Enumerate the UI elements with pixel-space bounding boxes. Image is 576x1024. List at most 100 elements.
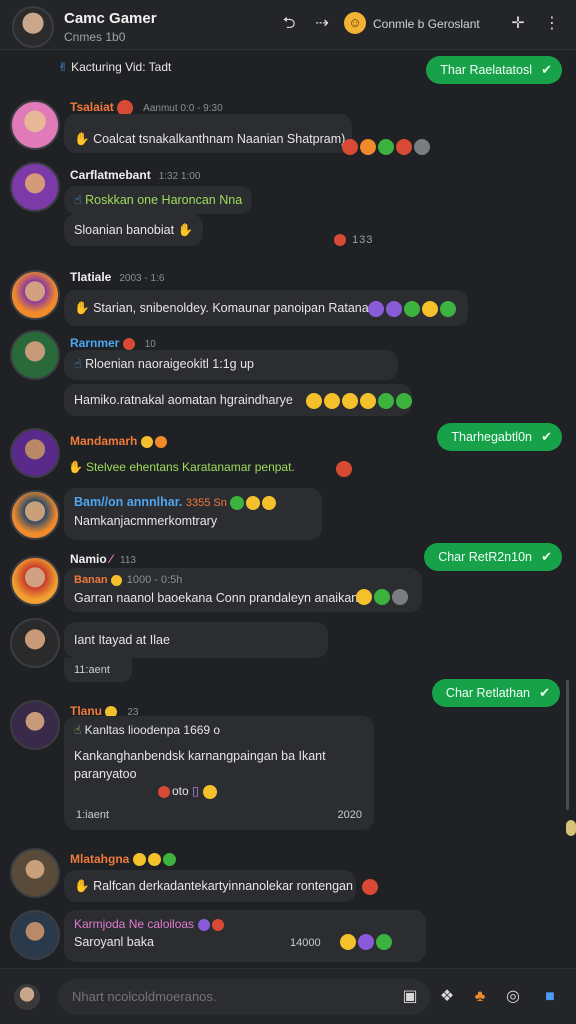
reaction-bar[interactable]: [336, 460, 354, 477]
username-text: Carflatmebant: [70, 168, 151, 182]
emoji-icon: [202, 784, 217, 799]
reaction-bar[interactable]: [368, 300, 458, 317]
reaction-icon: [374, 588, 390, 605]
reaction-bar[interactable]: [306, 392, 414, 409]
reaction-bar[interactable]: [342, 138, 432, 155]
username[interactable]: Karmjoda Ne caloiloas: [74, 915, 416, 933]
message-bubble[interactable]: Karmjoda Ne caloiloas Saroyanl baka 1400…: [64, 910, 426, 962]
avatar[interactable]: [10, 556, 60, 606]
reaction-icon: [324, 392, 340, 409]
emoji-badge-icon[interactable]: ☺: [344, 12, 366, 34]
reaction-bar[interactable]: [356, 588, 410, 605]
reaction-icon: [340, 933, 356, 950]
reply-text: Kanltas lioodenpa 1669 o: [84, 723, 221, 737]
badge-icon: [122, 337, 135, 350]
my-message-bubble[interactable]: Thar Raelatatosl ✔: [426, 56, 562, 84]
reaction-count-text: 133: [352, 234, 374, 246]
avatar[interactable]: [10, 428, 60, 478]
scrollbar[interactable]: [566, 680, 569, 810]
message-meta: 113: [120, 555, 136, 566]
username[interactable]: Carflatmebant 1:32 1:00: [70, 168, 200, 182]
username[interactable]: Mlatahgna: [70, 852, 178, 867]
reaction-icon: [376, 933, 392, 950]
message-bubble[interactable]: ✋ Ralfcan derkadantekartyinnanolekar ron…: [64, 870, 356, 902]
username-text: Karmjoda Ne caloiloas: [74, 917, 195, 931]
badge-icon: [154, 435, 167, 448]
twitch-icon[interactable]: ■: [540, 987, 560, 1007]
message-text: Sloanian banobiat: [74, 223, 175, 237]
scroll-handle[interactable]: [566, 820, 576, 836]
hand-icon: ☝: [74, 357, 82, 371]
reaction-icon: [368, 300, 384, 317]
reaction-icon: [414, 138, 430, 155]
avatar[interactable]: [10, 270, 60, 320]
message-text: Iant Itayad at Ilae: [74, 633, 170, 647]
reaction-count[interactable]: 133: [334, 234, 374, 247]
message-bubble[interactable]: Sloanian banobiat ✋: [64, 214, 204, 246]
my-message-text: Thar Raelatatosl: [440, 63, 532, 77]
my-message-bubble[interactable]: Char RetR2n10n ✔: [424, 543, 562, 571]
gamepad-icon[interactable]: ✛: [508, 14, 528, 34]
my-avatar[interactable]: [14, 984, 40, 1010]
reply-text: Kacturing Vid: Tadt: [71, 60, 172, 74]
timestamp: 1:iaent: [76, 809, 110, 821]
badge-icon: [197, 918, 210, 931]
channel-avatar[interactable]: [12, 6, 54, 48]
username-text: Rarnmer: [70, 336, 120, 350]
camera-icon[interactable]: ▣: [400, 987, 420, 1007]
game-icon[interactable]: ❖: [437, 987, 457, 1007]
reply-line[interactable]: ✋ Stelvee ehentans Karatanamar penpat.: [68, 460, 295, 474]
reply-line[interactable]: ✌ Kacturing Vid: Tadt: [58, 60, 171, 74]
username[interactable]: Bam//on annnlhar. 3355 Sn: [74, 493, 312, 512]
record-icon[interactable]: ◎: [503, 987, 523, 1007]
message-text: Namkanjacmmerkomtrary: [74, 514, 218, 528]
username-text: Bam//on annnlhar.: [74, 495, 183, 509]
my-message-bubble[interactable]: Char Retlathan ✔: [431, 679, 560, 707]
hand-icon: ✌: [58, 60, 69, 74]
reaction-icon: [378, 392, 394, 409]
channel-title: Camc Gamer: [64, 10, 157, 27]
read-count: 2020: [337, 809, 362, 821]
reply-line[interactable]: ☝ Kanltas lioodenpa 1669 o: [74, 721, 364, 739]
username[interactable]: Namio ∕ 113: [70, 552, 136, 566]
username[interactable]: Mandamarh: [70, 434, 169, 448]
message-text: Coalcat tsnakalkanthnam Naanian Shatpram…: [93, 132, 346, 146]
avatar[interactable]: [10, 910, 60, 960]
avatar[interactable]: [10, 700, 60, 750]
message-bubble[interactable]: ✋ Coalcat tsnakalkanthnam Naanian Shatpr…: [64, 114, 352, 153]
message-input[interactable]: [58, 979, 430, 1015]
message-bubble[interactable]: ☝ Kanltas lioodenpa 1669 o Kankanghanben…: [64, 716, 374, 830]
my-message-bubble[interactable]: Tharhegabtl0n ✔: [437, 423, 562, 451]
avatar[interactable]: [10, 848, 60, 898]
message-bubble[interactable]: Bam//on annnlhar. 3355 Sn Namkanjacmmerk…: [64, 488, 322, 540]
reaction-icon: [440, 300, 456, 317]
reaction-bar[interactable]: [340, 932, 394, 950]
username-text: Tlatiale: [70, 270, 112, 284]
export-icon[interactable]: ⇢: [312, 14, 332, 34]
sub-header: Banan 1000 - 0:5h: [74, 571, 412, 589]
hand-icon: ✋: [74, 132, 90, 146]
username[interactable]: Tlatiale 2003 - 1:6: [70, 270, 164, 284]
avatar[interactable]: [10, 490, 60, 540]
my-message-text: Char Retlathan: [445, 686, 530, 700]
message-bubble[interactable]: Iant Itayad at Ilae: [64, 622, 328, 658]
reaction-icon: [404, 300, 420, 317]
badge-icon: [162, 853, 176, 867]
timestamp: 14000: [290, 937, 321, 949]
avatar[interactable]: [10, 618, 60, 668]
username[interactable]: Rarnmer 10: [70, 336, 156, 350]
reply-bubble[interactable]: ☝ Roskkan one Haroncan Nna: [64, 186, 253, 214]
check-icon: ✔: [539, 685, 550, 700]
avatar[interactable]: [10, 330, 60, 380]
avatar[interactable]: [10, 100, 60, 150]
avatar[interactable]: [10, 162, 60, 212]
reaction-bar[interactable]: [362, 878, 380, 895]
gift-icon[interactable]: ♣: [470, 987, 490, 1007]
more-vert-icon[interactable]: ⋮: [542, 14, 562, 34]
card-icon: ▯: [192, 784, 200, 798]
check-icon: ✔: [541, 429, 552, 444]
reply-bubble[interactable]: ☝ Rloenian naoraigeokitl 1:1g up: [64, 350, 398, 380]
hand-icon: ☝: [74, 723, 82, 737]
share-icon[interactable]: ⮌: [279, 14, 299, 34]
reaction-icon: [230, 495, 245, 510]
